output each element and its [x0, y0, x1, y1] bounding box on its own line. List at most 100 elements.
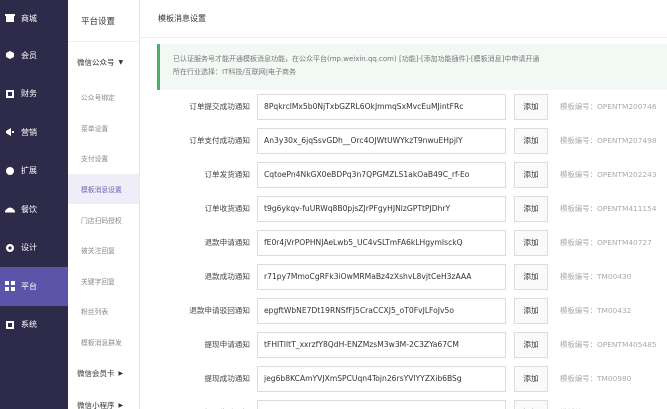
template-row: 退款申请驳回通知 epgftWbNE7Dt19RNSfFJ5CraCCXJ5_oT…: [140, 298, 667, 324]
subnav-link[interactable]: 门店扫码授权: [68, 204, 139, 235]
nav-item-catering[interactable]: 餐饮: [0, 190, 68, 229]
nav-item-label: 系统: [21, 320, 37, 330]
member-icon: [5, 50, 15, 60]
template-row: 订单提交成功通知 8PqkrclMx5b0NjTxbGZRL6OkJmmqSxMv…: [140, 94, 667, 120]
template-id-input[interactable]: jeg6b8KCAmYVJXmSPCUqn4Tojn26rsYVlYYZXib6…: [257, 366, 506, 392]
template-label: 提现申请通知: [204, 340, 250, 349]
subnav-link[interactable]: 菜单设置: [68, 113, 139, 144]
template-id-input[interactable]: r71py7MmoCgRFk3iOwMRMaBz4zXshvL8vjtCeH3z…: [257, 264, 506, 290]
main-nav: 商城会员财务营销扩展餐饮设计平台系统: [0, 0, 68, 409]
extension-icon: [5, 166, 15, 176]
add-button[interactable]: 添加: [514, 162, 548, 188]
subnav-link[interactable]: 粉丝列表: [68, 296, 139, 327]
template-label: 订单发货通知: [204, 170, 250, 179]
subnav-group-member-card[interactable]: 微信会员卡 ▶: [68, 357, 139, 389]
finance-icon: [5, 89, 15, 99]
template-code: 模板编号：OPENTM200746: [560, 102, 657, 111]
caret-right-icon: ▶: [118, 401, 124, 409]
template-row: 订单收货通知 t9g6ykqv-fuURWq8B0pjsZJrPFgyHJNlzG…: [140, 196, 667, 222]
notice-box: 已认证服务号才能开通模板消息功能，在公众平台(mp.weixin.qq.com)…: [157, 44, 667, 90]
nav-item-finance[interactable]: 财务: [0, 75, 68, 114]
template-code: 模板编号：OPENTM202243: [560, 170, 657, 179]
template-code: 模板编号：TM00432: [560, 306, 632, 315]
nav-item-label: 会员: [21, 50, 37, 60]
template-code: 模板编号：OPENTM411154: [560, 204, 657, 213]
nav-item-label: 商城: [21, 13, 37, 23]
caret-down-icon: ▼: [118, 58, 124, 66]
add-button[interactable]: 添加: [514, 366, 548, 392]
nav-item-label: 财务: [21, 89, 37, 99]
nav-item-design[interactable]: 设计: [0, 229, 68, 268]
subnav-group-label: 微信公众号: [77, 57, 115, 67]
template-code: 模板编号：TM00430: [560, 272, 632, 281]
add-button[interactable]: 添加: [514, 128, 548, 154]
template-code: 模板编号：TM00980: [560, 374, 632, 383]
template-id-input[interactable]: tFHITlltT_xxrzfY8QdH-ENZMzsM3w3M-2C3ZYa6…: [257, 332, 506, 358]
template-row: 提现失败通知 G-Jv07vQrkc9wlcCX3Fl1oTFzRFVp6UMVF…: [140, 400, 667, 409]
subnav-link[interactable]: 被关注回复: [68, 235, 139, 266]
nav-item-extension[interactable]: 扩展: [0, 152, 68, 191]
nav-item-member[interactable]: 会员: [0, 36, 68, 75]
catering-icon: [5, 204, 15, 214]
subnav-link[interactable]: 关键字回复: [68, 266, 139, 297]
sub-nav: 平台设置 微信公众号 ▼ 公众号绑定 菜单设置 支付设置 模板消息设置 门店扫码授权 被关…: [68, 0, 140, 409]
subnav-title: 平台设置: [68, 0, 139, 42]
subnav-link[interactable]: 支付设置: [68, 143, 139, 174]
subnav-group-label: 微信会员卡: [77, 368, 115, 378]
add-button[interactable]: 添加: [514, 264, 548, 290]
template-code: 模板编号：OPENTM40727: [560, 238, 652, 247]
marketing-icon: [5, 127, 15, 137]
template-id-input[interactable]: 8PqkrclMx5b0NjTxbGZRL6OkJmmqSxMvcEuMJint…: [257, 94, 506, 120]
system-icon: [5, 320, 15, 330]
template-id-input[interactable]: CqtoePn4NkGX0eBDPq3n7QPGMZLS1akOaB49C_rf…: [257, 162, 506, 188]
add-button[interactable]: 添加: [514, 196, 548, 222]
template-id-input[interactable]: G-Jv07vQrkc9wlcCX3Fl1oTFzRFVp6UMVFxlrEsr…: [257, 400, 506, 409]
nav-item-shop[interactable]: 商城: [0, 0, 68, 36]
subnav-group-mini-program[interactable]: 微信小程序 ▶: [68, 389, 139, 409]
breadcrumb: 模板消息设置: [140, 0, 667, 38]
template-label: 订单提交成功通知: [189, 102, 250, 111]
template-id-input[interactable]: fE0r4jVrPOPHNJAeLwb5_UC4vSLTmFA6kLHgymIs…: [257, 230, 506, 256]
nav-item-system[interactable]: 系统: [0, 306, 68, 345]
template-row: 订单支付成功通知 An3y30x_6jqSsvGDh__Orc4OJWtUWYkz…: [140, 128, 667, 154]
template-label: 订单收货通知: [204, 204, 250, 213]
add-button[interactable]: 添加: [514, 332, 548, 358]
add-button[interactable]: 添加: [514, 94, 548, 120]
subnav-link[interactable]: 模板消息群发: [68, 327, 139, 358]
template-row: 退款成功通知 r71py7MmoCgRFk3iOwMRMaBz4zXshvL8vj…: [140, 264, 667, 290]
nav-item-label: 平台: [21, 281, 37, 291]
nav-item-label: 餐饮: [21, 204, 37, 214]
template-id-input[interactable]: An3y30x_6jqSsvGDh__Orc4OJWtUWYkzT9nwuEHp…: [257, 128, 506, 154]
nav-item-label: 扩展: [21, 166, 37, 176]
template-row: 订单发货通知 CqtoePn4NkGX0eBDPq3n7QPGMZLS1akOaB…: [140, 162, 667, 188]
add-button[interactable]: 添加: [514, 230, 548, 256]
subnav-group-wechat-official[interactable]: 微信公众号 ▼: [68, 42, 139, 82]
notice-line-1: 已认证服务号才能开通模板消息功能，在公众平台(mp.weixin.qq.com)…: [173, 55, 540, 63]
caret-right-icon: ▶: [118, 369, 124, 377]
add-button[interactable]: 添加: [514, 400, 548, 409]
subnav-group-label: 微信小程序: [77, 400, 115, 409]
add-button[interactable]: 添加: [514, 298, 548, 324]
subnav-link[interactable]: 公众号绑定: [68, 82, 139, 113]
shop-icon: [5, 13, 15, 23]
subnav-link[interactable]: 模板消息设置: [68, 173, 139, 205]
notice-line-2: 所在行业选择：IT科技/互联网|电子商务: [173, 68, 297, 76]
nav-item-platform[interactable]: 平台: [0, 267, 68, 306]
template-id-input[interactable]: t9g6ykqv-fuURWq8B0pjsZJrPFgyHJNlzGPTtPJD…: [257, 196, 506, 222]
template-row: 退款申请通知 fE0r4jVrPOPHNJAeLwb5_UC4vSLTmFA6kL…: [140, 230, 667, 256]
main-content: 模板消息设置 已认证服务号才能开通模板消息功能，在公众平台(mp.weixin.…: [140, 0, 667, 409]
template-code: 模板编号：TM00981: [560, 400, 631, 409]
template-label: 退款申请通知: [204, 238, 250, 247]
template-label: 退款申请驳回通知: [189, 306, 250, 315]
nav-item-label: 营销: [21, 127, 37, 137]
template-label: 提现失败通知: [140, 400, 250, 409]
template-code: 模板编号：OPENTM207498: [560, 136, 657, 145]
design-icon: [5, 243, 15, 253]
nav-item-marketing[interactable]: 营销: [0, 113, 68, 152]
nav-item-label: 设计: [21, 243, 37, 253]
template-id-input[interactable]: epgftWbNE7Dt19RNSfFJ5CraCCXJ5_oT0FvJLFoJ…: [257, 298, 506, 324]
template-code: 模板编号：OPENTM405485: [560, 340, 657, 349]
platform-icon: [5, 281, 15, 292]
template-row: 提现申请通知 tFHITlltT_xxrzfY8QdH-ENZMzsM3w3M-2…: [140, 332, 667, 358]
template-row: 提现成功通知 jeg6b8KCAmYVJXmSPCUqn4Tojn26rsYVlY…: [140, 366, 667, 392]
